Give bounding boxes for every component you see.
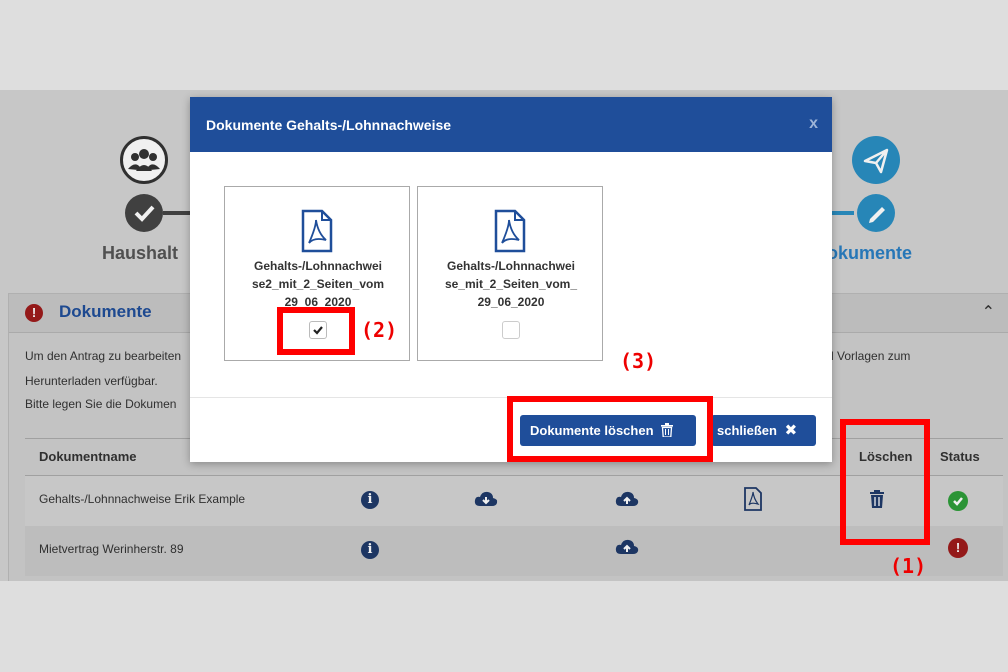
document-checkbox[interactable] [502, 321, 520, 339]
modal-title: Dokumente Gehalts-/Lohnnachweise [206, 117, 452, 133]
annotation-2: (2) [361, 318, 398, 342]
annotation-1: (1) [890, 554, 927, 578]
document-name: Gehalts-/Lohnnachwei se2_mit_2_Seiten_vo… [251, 259, 385, 309]
document-card[interactable]: Gehalts-/Lohnnachwei se_mit_2_Seiten_vom… [417, 186, 603, 361]
modal-header: Dokumente Gehalts-/Lohnnachweise x [190, 97, 832, 152]
highlight-delete-button [507, 396, 713, 462]
close-icon[interactable]: x [809, 115, 818, 133]
close-modal-button[interactable]: schließen ✖ [711, 415, 816, 446]
document-name: Gehalts-/Lohnnachwei se_mit_2_Seiten_vom… [444, 259, 578, 309]
highlight-delete-column [840, 419, 930, 545]
highlight-checkbox [277, 307, 355, 355]
annotation-3: (3) [620, 349, 657, 373]
pdf-file-icon [300, 209, 334, 258]
pdf-file-icon [493, 209, 527, 258]
close-x-icon: ✖ [784, 422, 798, 439]
